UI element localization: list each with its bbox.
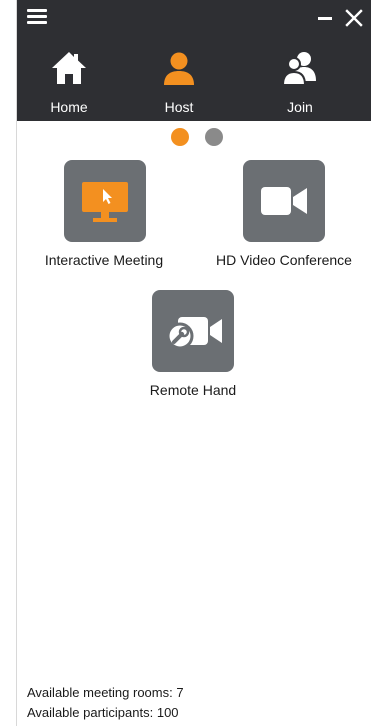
remote-hand-label: Remote Hand	[149, 382, 237, 398]
nav-host-label: Host	[164, 99, 194, 115]
available-rooms-text: Available meeting rooms: 7	[27, 685, 184, 700]
page-indicator	[17, 128, 371, 148]
nav-home-label: Home	[50, 99, 88, 115]
hd-video-conference-button[interactable]: HD Video Conference	[204, 160, 364, 275]
monitor-cursor-icon	[82, 182, 128, 222]
available-participants-text: Available participants: 100	[27, 705, 179, 720]
video-camera-icon	[261, 187, 307, 215]
page-dot-2[interactable]	[205, 128, 223, 146]
remote-hand-tile	[152, 290, 234, 372]
nav-item-host[interactable]: Host	[134, 37, 224, 121]
users-icon	[281, 52, 316, 86]
hamburger-icon[interactable]	[27, 9, 47, 27]
interactive-meeting-button[interactable]: Interactive Meeting	[29, 160, 179, 275]
interactive-meeting-tile	[64, 160, 146, 242]
video-camera-wrench-icon	[166, 317, 222, 350]
availability-status: Available meeting rooms: 7 Available par…	[27, 683, 367, 723]
close-icon[interactable]	[344, 8, 364, 28]
page-dot-1[interactable]	[171, 128, 189, 146]
title-bar	[17, 0, 371, 37]
remote-hand-button[interactable]: Remote Hand	[128, 290, 258, 405]
interactive-meeting-label: Interactive Meeting	[44, 252, 164, 268]
home-icon	[52, 52, 86, 84]
hd-video-conference-tile	[243, 160, 325, 242]
nav-item-home[interactable]: Home	[24, 37, 114, 121]
user-icon	[164, 52, 194, 85]
nav-join-label: Join	[287, 99, 313, 115]
nav-item-join[interactable]: Join	[255, 37, 345, 121]
hd-video-conference-label: HD Video Conference	[216, 252, 352, 268]
app-window: Home Host Join Interactive Meeting HD Vi…	[16, 0, 371, 726]
minimize-icon[interactable]	[318, 17, 332, 20]
main-nav: Home Host Join	[17, 37, 371, 121]
